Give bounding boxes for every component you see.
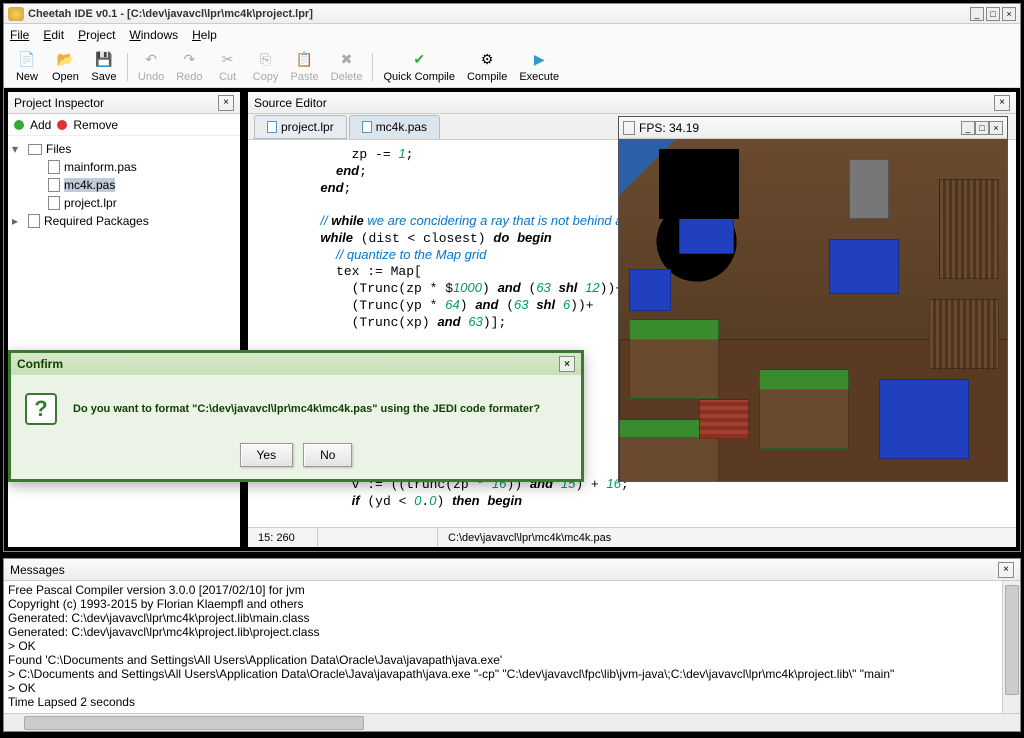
confirm-dialog: Confirm × ? Do you want to format "C:\de… <box>8 350 584 482</box>
open-button[interactable]: 📂Open <box>48 49 83 85</box>
check-icon: ✔ <box>410 51 428 69</box>
undo-button[interactable]: ↶Undo <box>134 49 168 85</box>
execute-button[interactable]: ▶Execute <box>515 49 563 85</box>
project-tree: ▾ Files mainform.pas mc4k.pas project.lp… <box>8 136 240 234</box>
game-close-button[interactable]: × <box>989 121 1003 135</box>
open-folder-icon: 📂 <box>56 51 74 69</box>
game-maximize-button[interactable]: □ <box>975 121 989 135</box>
redo-icon: ↷ <box>180 51 198 69</box>
package-icon <box>28 214 40 228</box>
remove-minus-icon <box>57 120 67 130</box>
copy-icon: ⎘ <box>257 51 275 69</box>
tree-file-item[interactable]: mainform.pas <box>12 158 236 176</box>
cursor-position: 15: 260 <box>248 528 318 547</box>
editor-status-bar: 15: 260 C:\dev\javavcl\lpr\mc4k\mc4k.pas <box>248 527 1016 547</box>
dialog-title: Confirm <box>17 357 63 371</box>
execute-icon: ▶ <box>530 51 548 69</box>
messages-horizontal-scrollbar[interactable] <box>4 713 1020 731</box>
quick-compile-button[interactable]: ✔Quick Compile <box>379 49 459 85</box>
title-bar[interactable]: Cheetah IDE v0.1 - [C:\dev\javavcl\lpr\m… <box>4 4 1020 24</box>
messages-output[interactable]: Free Pascal Compiler version 3.0.0 [2017… <box>4 581 1020 713</box>
menu-bar: File Edit Project Windows Help <box>4 24 1020 46</box>
menu-windows[interactable]: Windows <box>129 28 178 42</box>
collapse-icon[interactable]: ▾ <box>12 142 24 156</box>
compile-button[interactable]: ⚙Compile <box>463 49 511 85</box>
new-file-icon: 📄 <box>18 51 36 69</box>
file-icon <box>48 160 60 174</box>
main-toolbar: 📄New 📂Open 💾Save ↶Undo ↷Redo ✂Cut ⎘Copy … <box>4 46 1020 88</box>
status-spacer <box>318 528 438 547</box>
redo-button[interactable]: ↷Redo <box>172 49 206 85</box>
file-icon <box>48 196 60 210</box>
question-icon: ? <box>25 393 57 425</box>
menu-project[interactable]: Project <box>78 28 115 42</box>
close-button[interactable]: × <box>1002 7 1016 21</box>
inspector-title: Project Inspector <box>14 96 104 110</box>
messages-close-button[interactable]: × <box>998 562 1014 578</box>
messages-window: Messages × Free Pascal Compiler version … <box>3 558 1021 732</box>
compile-icon: ⚙ <box>478 51 496 69</box>
cut-icon: ✂ <box>219 51 237 69</box>
menu-edit[interactable]: Edit <box>43 28 64 42</box>
inspector-close-button[interactable]: × <box>218 95 234 111</box>
window-title: Cheetah IDE v0.1 - [C:\dev\javavcl\lpr\m… <box>28 8 970 20</box>
paste-icon: 📋 <box>296 51 314 69</box>
app-window-icon <box>623 121 635 135</box>
paste-button[interactable]: 📋Paste <box>287 49 323 85</box>
new-button[interactable]: 📄New <box>10 49 44 85</box>
game-output-window[interactable]: FPS: 34.19 _ □ × <box>618 116 1008 482</box>
editor-title: Source Editor <box>254 96 327 110</box>
menu-file[interactable]: File <box>10 28 29 42</box>
document-icon <box>267 121 277 133</box>
menu-help[interactable]: Help <box>192 28 217 42</box>
game-minimize-button[interactable]: _ <box>961 121 975 135</box>
tree-required-packages-node[interactable]: ▸ Required Packages <box>12 212 236 230</box>
folder-icon <box>28 144 42 155</box>
yes-button[interactable]: Yes <box>240 443 294 467</box>
file-icon <box>48 178 60 192</box>
cut-button[interactable]: ✂Cut <box>211 49 245 85</box>
document-icon <box>362 121 372 133</box>
tree-files-node[interactable]: ▾ Files <box>12 140 236 158</box>
file-path: C:\dev\javavcl\lpr\mc4k\mc4k.pas <box>438 528 1016 547</box>
add-plus-icon <box>14 120 24 130</box>
messages-vertical-scrollbar[interactable] <box>1002 581 1020 713</box>
delete-icon: ✖ <box>338 51 356 69</box>
undo-icon: ↶ <box>142 51 160 69</box>
tab-mc4k-pas[interactable]: mc4k.pas <box>349 115 440 139</box>
messages-title: Messages <box>10 563 65 577</box>
tree-file-item[interactable]: mc4k.pas <box>12 176 236 194</box>
editor-close-button[interactable]: × <box>994 95 1010 111</box>
fps-label: FPS: 34.19 <box>639 121 699 135</box>
game-viewport[interactable] <box>619 139 1007 481</box>
copy-button[interactable]: ⎘Copy <box>249 49 283 85</box>
save-icon: 💾 <box>95 51 113 69</box>
maximize-button[interactable]: □ <box>986 7 1000 21</box>
app-logo-icon <box>8 7 24 21</box>
save-button[interactable]: 💾Save <box>87 49 121 85</box>
remove-button[interactable]: Remove <box>73 118 118 132</box>
expand-icon[interactable]: ▸ <box>12 214 24 228</box>
dialog-message: Do you want to format "C:\dev\javavcl\lp… <box>73 403 540 415</box>
minimize-button[interactable]: _ <box>970 7 984 21</box>
add-button[interactable]: Add <box>30 118 51 132</box>
delete-button[interactable]: ✖Delete <box>327 49 367 85</box>
no-button[interactable]: No <box>303 443 352 467</box>
dialog-close-button[interactable]: × <box>559 356 575 372</box>
tab-project-lpr[interactable]: project.lpr <box>254 115 347 139</box>
tree-file-item[interactable]: project.lpr <box>12 194 236 212</box>
